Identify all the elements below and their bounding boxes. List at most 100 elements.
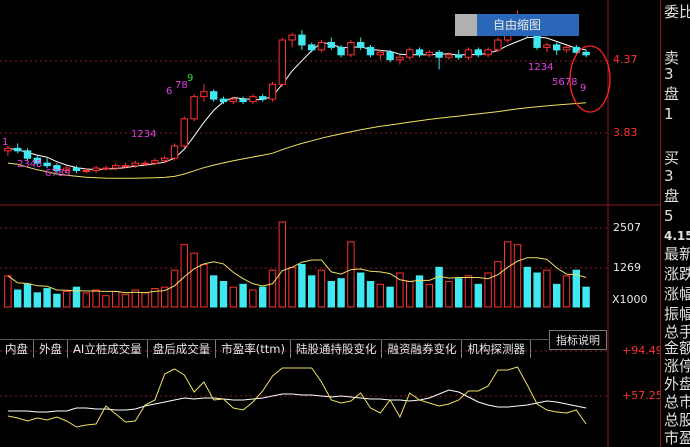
side-label-9: 4.15: [664, 229, 690, 243]
price-axis-low: 3.83: [613, 126, 638, 139]
volume-bar: [523, 266, 531, 308]
td-label-8: 1234: [528, 62, 554, 73]
td-label-7: 9: [187, 73, 194, 84]
side-label-13: 振幅: [664, 305, 690, 323]
volume-bar: [543, 269, 551, 308]
side-label-3: 盘: [664, 85, 680, 103]
volume-bar: [386, 286, 394, 308]
candle-body: [494, 39, 502, 51]
candle-body: [92, 167, 100, 172]
volume-bar: [357, 272, 365, 308]
candle-body: [131, 162, 140, 167]
volume-bar: [63, 290, 71, 308]
side-label-10: 最新: [664, 245, 690, 263]
candle-body: [239, 98, 247, 103]
indicator-lines: [7, 366, 587, 428]
candle-body: [190, 96, 198, 120]
volume-bar: [121, 293, 130, 308]
indicator-tab-bar: 内盘 外盘 AI立桩成交量 盘后成交量 市盈率(ttm) 陆股通持股变化 融资融…: [0, 339, 550, 358]
volume-bar: [366, 281, 375, 308]
volume-axis-unit: X1000: [612, 293, 648, 306]
volume-bar: [229, 286, 238, 308]
td-label-4: 1234: [131, 129, 157, 140]
volume-bar: [474, 283, 483, 308]
candle-body: [484, 49, 492, 56]
volume-bar: [582, 286, 590, 308]
volume-bar: [112, 290, 120, 308]
side-label-8: 5: [664, 207, 674, 225]
candle-body: [425, 51, 434, 56]
candle-body: [102, 167, 110, 170]
candle-body: [278, 39, 287, 85]
side-label-19: 总股: [664, 411, 690, 429]
candle-body: [141, 162, 149, 165]
candle-body: [308, 44, 316, 51]
candle-body: [23, 150, 32, 159]
volume-bar: [308, 275, 316, 308]
kline-chart[interactable]: [0, 0, 690, 447]
candle-body: [170, 145, 179, 159]
candle-body: [268, 83, 277, 100]
candle-body: [455, 54, 463, 58]
td-label-5: 6: [166, 86, 173, 97]
candle-body: [180, 118, 189, 147]
tab-inner-volume[interactable]: 内盘: [0, 340, 34, 358]
candle-body: [357, 41, 365, 48]
ma-long-line: [7, 102, 587, 179]
tab-margin-trading[interactable]: 融资融券变化: [382, 340, 463, 358]
candle-body: [161, 157, 169, 162]
candle-body: [249, 96, 257, 103]
side-label-20: 市盈: [664, 429, 690, 447]
tab-northbound-holdings[interactable]: 陆股通持股变化: [291, 340, 383, 358]
volume-bar: [200, 264, 208, 308]
candle-body: [553, 44, 561, 51]
candle-body: [562, 46, 571, 51]
volume-bar: [141, 292, 149, 308]
candle-body: [337, 46, 345, 56]
volume-bar: [82, 292, 90, 308]
td-label-9: 5678: [552, 77, 578, 88]
candle-body: [210, 91, 218, 100]
side-label-17: 外盘: [664, 375, 690, 393]
tab-after-hours-volume[interactable]: 盘后成交量: [148, 340, 217, 358]
candle-body: [200, 91, 208, 98]
volume-bar: [4, 275, 12, 308]
volume-bar: [347, 241, 355, 308]
candle-body: [298, 34, 306, 46]
side-label-16: 涨停: [664, 357, 690, 375]
tab-outer-volume[interactable]: 外盘: [34, 340, 68, 358]
volume-bar: [504, 241, 512, 308]
side-label-14: 总手: [664, 323, 690, 341]
candle-body: [347, 41, 355, 56]
volume-bar: [337, 278, 345, 308]
tab-pe-ttm[interactable]: 市盈率(ttm): [216, 340, 291, 358]
volume-bar: [180, 244, 189, 308]
free-zoom-button[interactable]: 自由缩图: [455, 14, 579, 36]
candle-body: [386, 51, 394, 61]
volume-bar: [288, 266, 296, 308]
volume-bar: [278, 221, 287, 308]
candle-body: [288, 34, 296, 41]
candle-body: [543, 44, 551, 48]
candle-body: [112, 165, 120, 169]
volume-bar: [92, 289, 100, 308]
indicator-help-button[interactable]: 指标说明: [549, 330, 607, 350]
volume-bar: [43, 288, 51, 308]
candle-body: [219, 98, 228, 103]
candle-body: [406, 49, 414, 58]
indicator-axis-mid: +57.25: [622, 389, 663, 402]
candle-body: [121, 165, 130, 168]
volume-bar: [170, 269, 179, 308]
chart-grid: [0, 0, 660, 447]
tab-institution-detector[interactable]: 机构探测器: [462, 340, 531, 358]
td-label-1: 1: [2, 137, 9, 148]
candle-body: [151, 160, 159, 164]
volume-bar: [298, 264, 306, 308]
candle-body: [43, 162, 51, 167]
side-label-18: 总市: [664, 393, 690, 411]
quote-side-panel: 委比 卖 3 盘 1 买 3 盘 5 4.15 最新 涨跌 涨幅 振幅 总手 金…: [660, 0, 690, 447]
moving-average-lines: [7, 36, 587, 179]
volume-bar: [259, 286, 267, 308]
volume-bar: [219, 281, 228, 308]
tab-ai-volume[interactable]: AI立桩成交量: [68, 340, 148, 358]
